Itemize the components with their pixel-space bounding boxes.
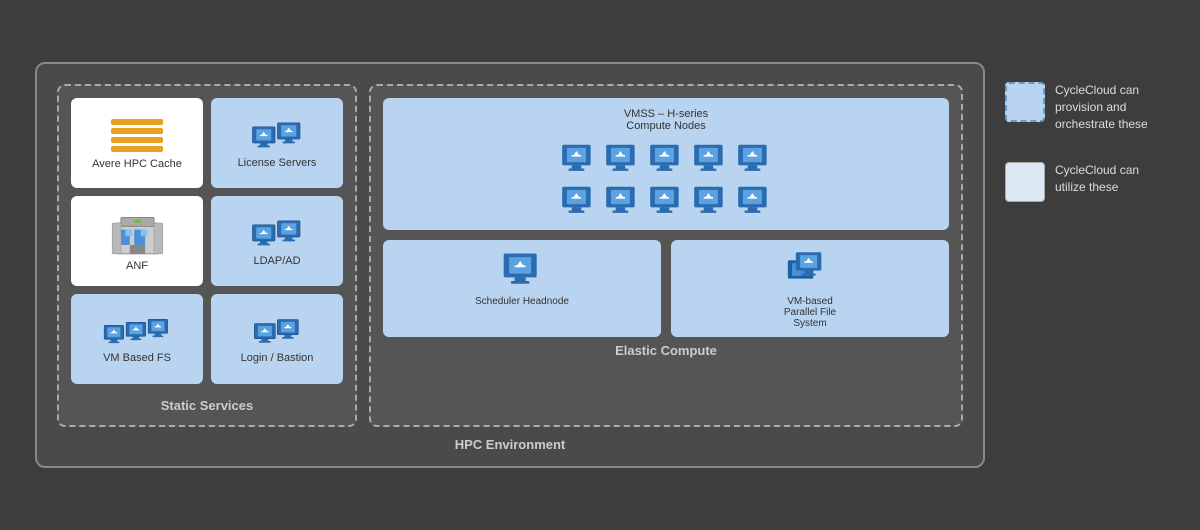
legend-provision: CycleCloud can provision and orchestrate…	[1005, 82, 1165, 132]
ldap-ad-icon	[250, 217, 305, 251]
parallel-fs-icon	[785, 248, 835, 292]
vmss-node-2	[603, 140, 641, 178]
legend-text-provision: CycleCloud can provision and orchestrate…	[1055, 82, 1165, 132]
license-servers-label: License Servers	[238, 157, 317, 169]
login-bastion-label: Login / Bastion	[241, 352, 314, 364]
avere-hpc-label: Avere HPC Cache	[92, 158, 182, 170]
hpc-cache-icon	[111, 119, 163, 152]
anf-building-icon	[110, 212, 165, 256]
legend-section: CycleCloud can provision and orchestrate…	[1005, 62, 1165, 202]
parallel-fs-monitor-front	[793, 248, 827, 282]
compute-bottom-row: Scheduler Headnode	[383, 240, 949, 337]
scheduler-icon	[500, 248, 544, 292]
vmss-node-9	[691, 182, 729, 220]
vmss-node-10	[735, 182, 773, 220]
page-wrapper: Avere HPC Cache	[15, 42, 1185, 488]
anf-icon	[110, 212, 165, 256]
vmss-node-1	[559, 140, 597, 178]
legend-utilize: CycleCloud can utilize these	[1005, 162, 1165, 202]
vmss-label: VMSS – H-seriesCompute Nodes	[393, 108, 939, 132]
vmss-node-7	[603, 182, 641, 220]
vm-based-fs-card: VM Based FS	[71, 294, 203, 384]
vm-based-fs-label: VM Based FS	[103, 352, 171, 364]
legend-box-utilize	[1005, 162, 1045, 202]
static-services-label: Static Services	[71, 392, 343, 413]
hpc-bar-2	[111, 128, 163, 134]
parallel-fs-card: VM-basedParallel FileSystem	[671, 240, 949, 337]
static-services-section: Avere HPC Cache	[57, 84, 357, 427]
vm-fs-monitor-3	[146, 316, 172, 342]
scheduler-headnode-card: Scheduler Headnode	[383, 240, 661, 337]
license-servers-card: License Servers	[211, 98, 343, 188]
login-bastion-card: Login / Bastion	[211, 294, 343, 384]
vmss-node-4	[691, 140, 729, 178]
vmss-node-6	[559, 182, 597, 220]
vmss-node-8	[647, 182, 685, 220]
hpc-environment-label: HPC Environment	[57, 437, 963, 456]
anf-card: ANF	[71, 196, 203, 286]
login-bastion-icon	[252, 316, 303, 348]
bastion-monitor-2	[275, 316, 303, 344]
ldap-ad-label: LDAP/AD	[253, 255, 300, 267]
vmss-node-3	[647, 140, 685, 178]
ldap-monitor-2	[275, 217, 305, 247]
hpc-bar-1	[111, 119, 163, 125]
anf-label: ANF	[126, 260, 148, 272]
vmss-row-1	[393, 140, 939, 178]
vmss-section: VMSS – H-seriesCompute Nodes	[383, 98, 949, 230]
legend-box-provision	[1005, 82, 1045, 122]
ldap-ad-card: LDAP/AD	[211, 196, 343, 286]
license-servers-icon	[250, 119, 305, 153]
parallel-fs-label: VM-basedParallel FileSystem	[784, 296, 836, 329]
avere-hpc-card: Avere HPC Cache	[71, 98, 203, 188]
elastic-compute-section: VMSS – H-seriesCompute Nodes	[369, 84, 963, 427]
elastic-compute-label: Elastic Compute	[383, 337, 949, 358]
vm-based-fs-icon	[102, 316, 172, 348]
vmss-node-5	[735, 140, 773, 178]
monitor-icon-2	[275, 119, 305, 149]
legend-text-utilize: CycleCloud can utilize these	[1055, 162, 1165, 196]
scheduler-label: Scheduler Headnode	[475, 296, 569, 307]
services-grid: Avere HPC Cache	[71, 98, 343, 384]
vmss-row-2	[393, 182, 939, 220]
hpc-bar-3	[111, 137, 163, 143]
hpc-environment-box: Avere HPC Cache	[35, 62, 985, 468]
hpc-bar-4	[111, 146, 163, 152]
